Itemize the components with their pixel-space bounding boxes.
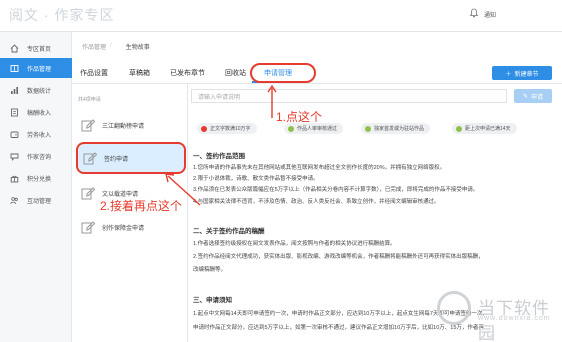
- section-title: 二、关于签约作品的稿酬: [193, 228, 265, 235]
- section-title: 一、签约作品范围: [193, 153, 245, 160]
- sidebar: 专区首页 作品管理 数据统计 稿酬收入 劳务收入 作家咨询 积分兑换 互动管理: [0, 32, 72, 342]
- list-item[interactable]: 创作保障金申请: [76, 212, 186, 242]
- section-title: 三、申请须知: [193, 297, 232, 304]
- watermark-logo-icon: [437, 291, 471, 325]
- sidebar-item-label: 作品管理: [27, 66, 52, 73]
- tab-work-settings[interactable]: 作品设置: [80, 68, 108, 78]
- cross-icon: [201, 125, 207, 132]
- sidebar-item-label: 劳务收入: [27, 132, 52, 139]
- requirement-label: 作品人审审核通过: [297, 126, 338, 132]
- list-item-signing[interactable]: 签约申请: [76, 142, 186, 174]
- new-chapter-label: 新建章节: [514, 71, 539, 78]
- edit-document-icon: [81, 119, 96, 132]
- sidebar-item-points[interactable]: 积分兑换: [0, 168, 72, 188]
- list-item-label: 创作保障金申请: [102, 225, 145, 232]
- application-count: 共4项申请: [78, 97, 101, 103]
- requirement-label: 正文字数满10万字: [210, 126, 251, 132]
- requirement-label: 距上次申请已满14天: [465, 126, 511, 132]
- notify-link[interactable]: 通知: [484, 10, 496, 19]
- new-chapter-button[interactable]: ＋ 新建章节: [492, 66, 552, 80]
- paragraph: 1.您所申请的作品事先未在其他网站或其他互联网发布超过全文创作长度的20%，并拥…: [193, 165, 446, 171]
- sidebar-item-consult[interactable]: 作家咨询: [0, 146, 72, 166]
- breadcrumb-separator: /: [110, 43, 112, 49]
- bell-icon[interactable]: [469, 8, 479, 18]
- paragraph: 3.作品须在已发表公众版篇幅应在5万字以上（作品相关分卷内容不计算字数），已完成…: [193, 187, 479, 193]
- sidebar-item-label: 专区首页: [27, 46, 52, 53]
- sidebar-item-stats[interactable]: 数据统计: [0, 80, 72, 100]
- sidebar-item-royalty[interactable]: 稿酬收入: [0, 102, 72, 122]
- apply-button[interactable]: ✎ 申请: [514, 89, 552, 103]
- sidebar-item-label: 积分兑换: [27, 176, 52, 183]
- edit-document-icon: [81, 221, 96, 234]
- requirement-badge: 独家首发或为驻站作品: [361, 123, 431, 134]
- tab-drafts[interactable]: 草稿箱: [129, 68, 150, 78]
- tab-recycle-bin[interactable]: 回收站: [225, 68, 246, 78]
- wallet-icon: [10, 130, 19, 139]
- sidebar-item-labor[interactable]: 劳务收入: [0, 124, 72, 144]
- annotation-highlight-tab: [250, 63, 316, 83]
- requirement-badge: 正文字数满10万字: [197, 123, 257, 134]
- sidebar-item-label: 作家咨询: [27, 154, 52, 161]
- brand-logo[interactable]: 阅文 · 作家专区: [9, 5, 114, 25]
- check-icon: [365, 125, 371, 132]
- sidebar-item-works[interactable]: 作品管理: [0, 58, 72, 78]
- annotation-step2: 2.接着再点这个: [100, 199, 183, 213]
- check-icon: [288, 125, 294, 132]
- tab-published[interactable]: 已发布章节: [170, 68, 205, 78]
- sidebar-item-label: 互动管理: [27, 198, 52, 205]
- sidebar-item-label: 数据统计: [27, 88, 52, 95]
- watermark-url: www.downxia.com: [478, 315, 551, 322]
- annotation-step1: 1.点这个: [276, 110, 323, 124]
- list-item[interactable]: 三江翻動榜申请: [76, 110, 186, 140]
- breadcrumb-works[interactable]: 作品管理: [72, 42, 106, 51]
- paragraph: 2.限于小说体裁，诗歌、散文类作品暂不接受申请。: [193, 176, 319, 182]
- plus-icon: ＋: [505, 71, 512, 78]
- application-note-input[interactable]: 请输入申请说明: [191, 89, 507, 103]
- breadcrumb: 作品管理 / 生物故事: [72, 38, 150, 54]
- sidebar-item-label: 稿酬收入: [27, 110, 52, 117]
- home-icon: [10, 43, 19, 53]
- sidebar-item-home[interactable]: 专区首页: [0, 38, 72, 58]
- paragraph: 4.与国家相关法律不违背，不涉及色情、政治、反人类反社会、系致立创作，并经阅文编…: [193, 199, 440, 205]
- requirement-badge: 距上次申请已满14天: [452, 123, 517, 134]
- people-icon: [10, 196, 19, 205]
- check-icon: [456, 125, 462, 132]
- edit-document-icon: [83, 152, 98, 165]
- top-bar: 阅文 · 作家专区 通知: [0, 0, 562, 32]
- edit-icon: ✎: [522, 93, 528, 100]
- requirement-label: 独家首发或为驻站作品: [374, 126, 425, 132]
- book-icon: [10, 64, 19, 73]
- gift-icon: [10, 174, 19, 183]
- tab-bar: 作品设置 草稿箱 已发布章节 回收站 申请管理: [72, 62, 562, 84]
- breadcrumb-current: 生物故事: [125, 44, 150, 51]
- bar-chart-icon: [10, 86, 19, 95]
- sidebar-item-interaction[interactable]: 互动管理: [0, 190, 72, 210]
- paragraph: 1.作者选择签约级授权在阅文发表作品，阅文按照与作者的相关协议进行稿酬结算。: [193, 241, 396, 247]
- document-icon: [10, 108, 19, 117]
- paragraph: 改编稿酬等。: [193, 267, 227, 273]
- list-item-label: 三江翻動榜申请: [102, 123, 145, 130]
- apply-label: 申请: [531, 94, 544, 101]
- paragraph: 2.签约作品经阅文代理成功，获实体出版、影视改编、游戏改编等机会，作者稿酬将能稿…: [193, 254, 484, 260]
- edit-document-icon: [81, 187, 96, 200]
- chat-icon: [10, 152, 19, 161]
- list-item-label: 签约申请: [104, 156, 129, 163]
